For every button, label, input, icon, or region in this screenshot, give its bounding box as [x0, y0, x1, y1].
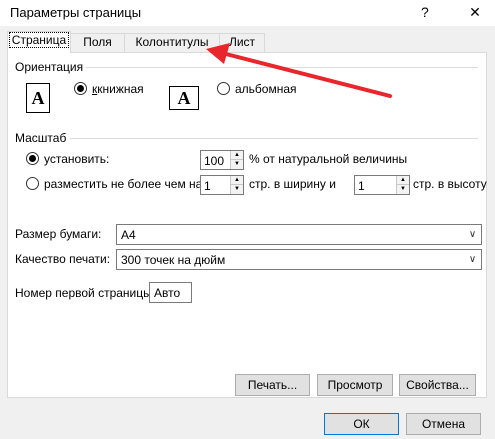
- portrait-label[interactable]: ккнижная: [92, 82, 144, 96]
- first-page-number-input[interactable]: Авто: [149, 282, 192, 303]
- spin-down-icon[interactable]: ▼: [231, 185, 243, 194]
- landscape-label[interactable]: альбомная: [235, 82, 297, 96]
- fit-radio[interactable]: [26, 177, 39, 190]
- orientation-group-title: Ориентация: [15, 60, 84, 74]
- fit-wide-spinner[interactable]: 1 ▲ ▼: [200, 175, 244, 195]
- fit-label[interactable]: разместить не более чем на:: [44, 177, 206, 191]
- spin-up-icon[interactable]: ▲: [397, 176, 409, 185]
- fit-tall-value[interactable]: 1: [358, 179, 365, 193]
- spin-down-icon[interactable]: ▼: [397, 185, 409, 194]
- chevron-down-icon[interactable]: ∨: [464, 250, 481, 269]
- page-tab-panel: Ориентация A ккнижная A альбомная Масшта…: [7, 52, 487, 398]
- print-quality-select[interactable]: 300 точек на дюйм ∨: [116, 249, 482, 270]
- adjust-value[interactable]: 100: [204, 154, 224, 168]
- portrait-orientation-icon: A: [26, 83, 50, 113]
- adjust-label[interactable]: установить:: [44, 152, 109, 166]
- fit-tall-spinner[interactable]: 1 ▲ ▼: [354, 175, 410, 195]
- window-title: Параметры страницы: [10, 5, 142, 20]
- help-icon[interactable]: ?: [421, 4, 429, 20]
- landscape-orientation-icon: A: [169, 86, 199, 110]
- first-page-number-value[interactable]: Авто: [154, 286, 180, 300]
- options-button[interactable]: Свойства...: [399, 374, 476, 396]
- print-preview-button[interactable]: Просмотр: [317, 374, 393, 396]
- portrait-radio[interactable]: [74, 82, 87, 95]
- tab-header-footer[interactable]: Колонтитулы: [124, 33, 220, 52]
- cancel-button[interactable]: Отмена: [406, 413, 481, 435]
- tab-page[interactable]: Страница: [7, 31, 71, 53]
- fit-wide-suffix: стр. в ширину и: [249, 177, 336, 191]
- paper-size-select[interactable]: A4 ∨: [116, 224, 482, 245]
- orientation-divider: [86, 67, 478, 68]
- spin-down-icon[interactable]: ▼: [231, 160, 243, 169]
- adjust-radio[interactable]: [26, 152, 39, 165]
- landscape-radio[interactable]: [217, 82, 230, 95]
- ok-button[interactable]: ОК: [324, 413, 399, 435]
- paper-size-value[interactable]: A4: [121, 228, 136, 242]
- paper-size-label: Размер бумаги:: [15, 227, 102, 241]
- scale-divider: [70, 138, 478, 139]
- first-page-number-label: Номер первой страницы:: [15, 286, 156, 300]
- scale-group-title: Масштаб: [15, 131, 67, 145]
- spin-up-icon[interactable]: ▲: [231, 151, 243, 160]
- adjust-spinner[interactable]: 100 ▲ ▼: [200, 150, 244, 170]
- print-quality-label: Качество печати:: [15, 252, 111, 266]
- close-icon[interactable]: ✕: [455, 1, 495, 26]
- print-quality-value[interactable]: 300 точек на дюйм: [121, 253, 225, 267]
- tab-margins[interactable]: Поля: [70, 33, 125, 52]
- chevron-down-icon[interactable]: ∨: [464, 225, 481, 244]
- fit-tall-suffix: стр. в высоту: [413, 177, 487, 191]
- tab-sheet[interactable]: Лист: [219, 33, 265, 52]
- adjust-suffix: % от натуральной величины: [249, 152, 408, 166]
- print-button[interactable]: Печать...: [235, 374, 310, 396]
- fit-wide-value[interactable]: 1: [204, 179, 211, 193]
- spin-up-icon[interactable]: ▲: [231, 176, 243, 185]
- title-bar: Параметры страницы ? ✕: [0, 0, 495, 26]
